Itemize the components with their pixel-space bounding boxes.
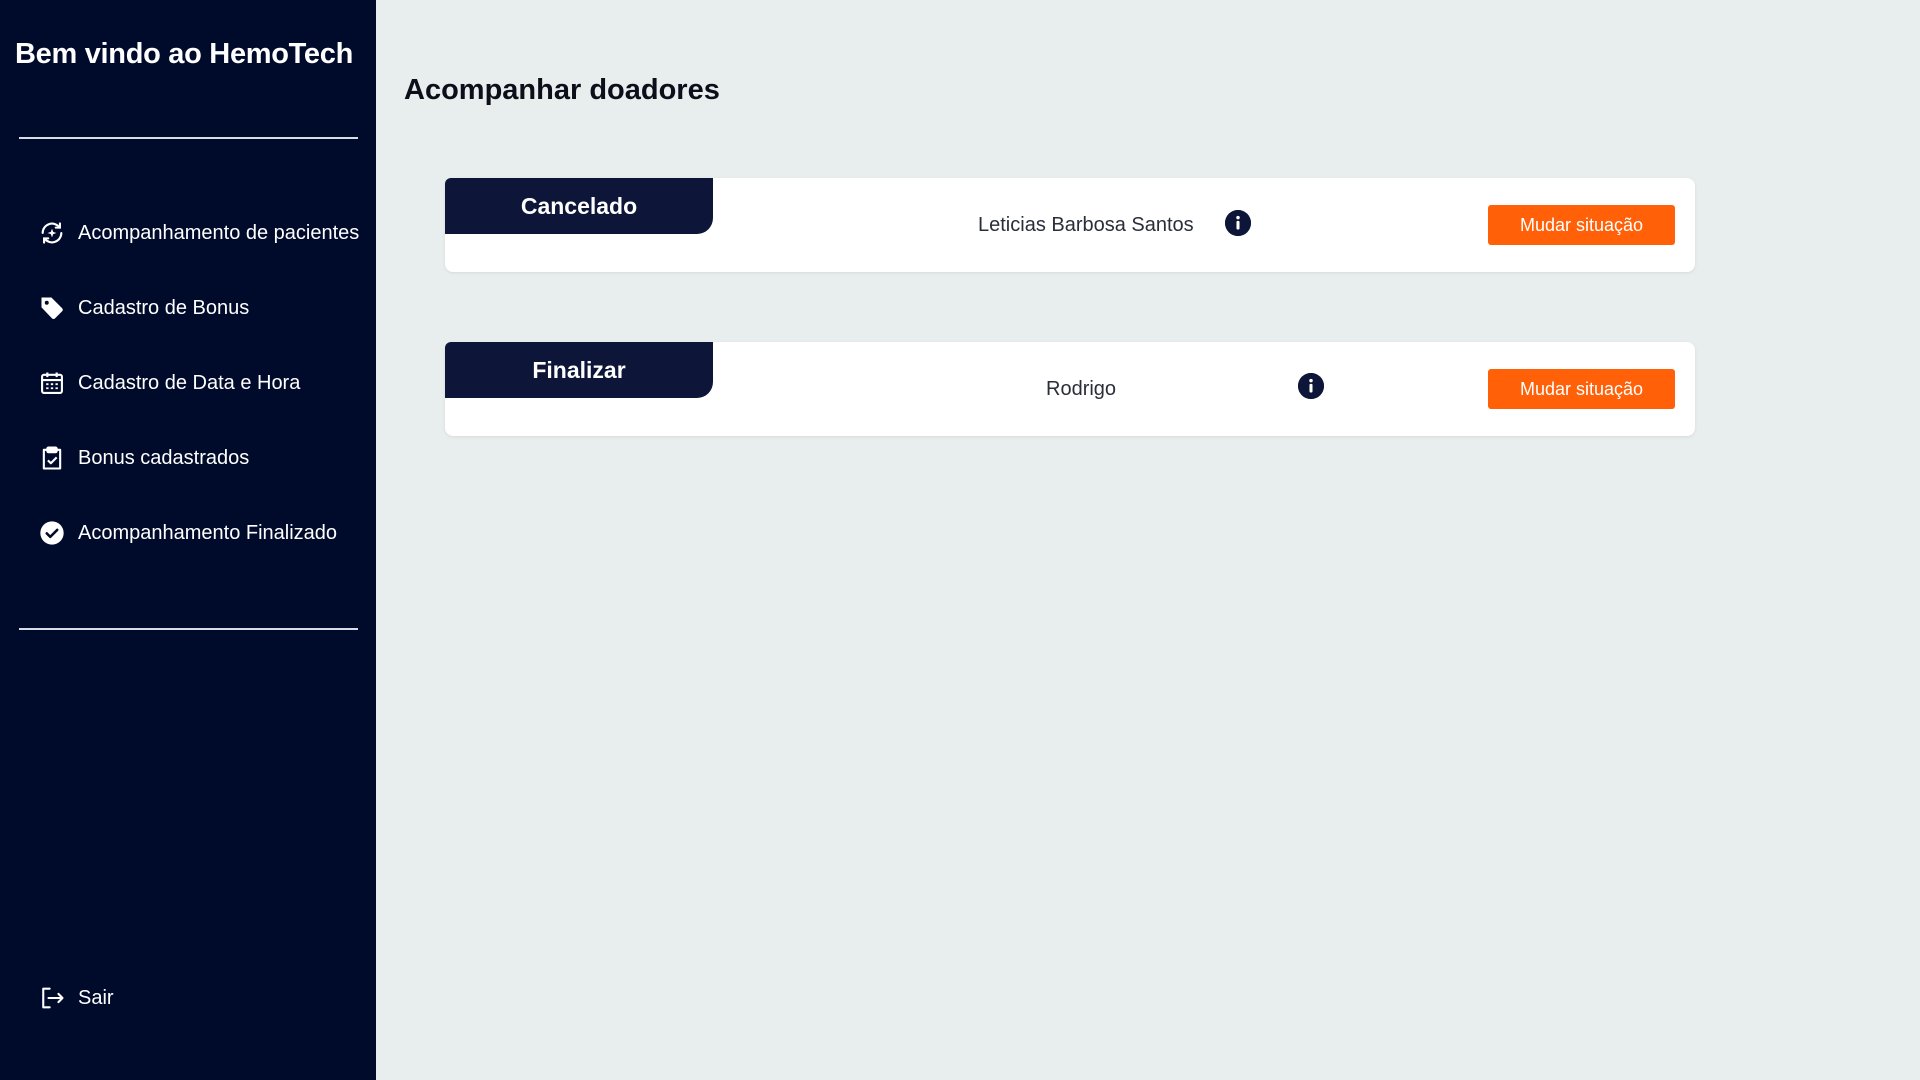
calendar-icon [38, 369, 66, 397]
check-circle-icon [38, 519, 66, 547]
status-badge: Finalizar [445, 342, 713, 398]
donor-card: Cancelado Leticias Barbosa Santos Mudar … [445, 178, 1695, 272]
sidebar-item-label: Acompanhamento Finalizado [78, 521, 338, 544]
sidebar-item-label: Bonus cadastrados [78, 446, 250, 469]
sidebar-item-label: Cadastro de Data e Hora [78, 371, 301, 394]
clipboard-check-icon [38, 444, 66, 472]
logout-button[interactable]: Sair [38, 978, 114, 1018]
sparkle-refresh-icon [38, 219, 66, 247]
app-title: Bem vindo ao HemoTech [15, 38, 354, 70]
sidebar-item-cadastro-data-hora[interactable]: Cadastro de Data e Hora [38, 363, 300, 403]
donor-name: Leticias Barbosa Santos [978, 213, 1194, 236]
logout-icon [38, 984, 66, 1012]
status-label: Finalizar [532, 356, 626, 383]
status-label: Cancelado [520, 192, 638, 219]
info-icon[interactable] [1298, 373, 1324, 399]
info-icon[interactable] [1225, 210, 1251, 236]
sidebar-item-bonus-cadastrados[interactable]: Bonus cadastrados [38, 438, 249, 478]
status-badge: Cancelado [445, 178, 713, 234]
page-title: Acompanhar doadores [404, 74, 720, 106]
sidebar-item-label: Acompanhamento de pacientes [78, 221, 360, 244]
change-status-button[interactable]: Mudar situação [1488, 205, 1675, 245]
sidebar-item-acompanhamento-finalizado[interactable]: Acompanhamento Finalizado [38, 513, 337, 553]
sidebar-item-label: Cadastro de Bonus [78, 296, 250, 319]
donor-card: Finalizar Rodrigo Mudar situação [445, 342, 1695, 436]
donor-name: Rodrigo [1046, 377, 1117, 400]
sidebar-item-cadastro-bonus[interactable]: Cadastro de Bonus [38, 288, 249, 328]
tag-icon [38, 294, 66, 322]
sidebar: Bem vindo ao HemoTech Acompanhamento de … [0, 0, 376, 1080]
logout-label: Sair [78, 986, 114, 1009]
sidebar-item-acompanhamento-pacientes[interactable]: Acompanhamento de pacientes [38, 213, 359, 253]
sidebar-divider-bottom [19, 628, 358, 630]
sidebar-divider-top [19, 137, 358, 139]
change-status-button[interactable]: Mudar situação [1488, 369, 1675, 409]
